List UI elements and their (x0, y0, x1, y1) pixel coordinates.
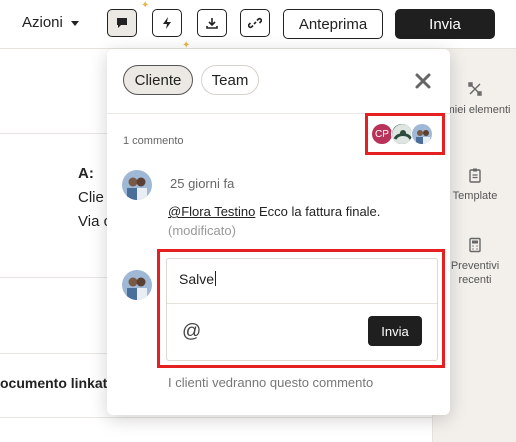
edited-label: (modificato) (168, 223, 236, 238)
text-cursor (215, 271, 217, 286)
sidebar-item-label: Template (452, 190, 498, 202)
tools-icon (468, 82, 482, 96)
close-icon[interactable] (413, 71, 433, 91)
comment-button[interactable] (107, 9, 137, 37)
visibility-note: I clienti vedranno questo commento (168, 375, 374, 390)
avatar (411, 123, 433, 145)
preview-button[interactable]: Anteprima (283, 9, 383, 39)
comment-count: 1 commento (123, 135, 184, 147)
send-comment-button[interactable]: Invia (368, 316, 422, 346)
divider (167, 303, 437, 304)
recipient-line-1: Clie (78, 189, 104, 206)
comments-popover: Cliente Team 1 commento CP 25 giorni fa … (107, 49, 450, 415)
actions-menu[interactable]: Azioni (22, 14, 79, 31)
download-icon (206, 18, 218, 29)
reply-input-value: Salve (179, 271, 215, 287)
lightning-icon (163, 17, 171, 29)
recipient-label: A: (78, 165, 94, 182)
automation-button[interactable] (152, 9, 182, 37)
tab-team[interactable]: Team (201, 65, 259, 95)
reply-highlight: Salve @ Invia (157, 249, 445, 368)
participants-highlight: CP (365, 113, 445, 155)
reply-input[interactable]: Salve (179, 271, 217, 287)
mention-button[interactable]: @ (182, 321, 201, 343)
avatar (122, 170, 152, 200)
link-icon (248, 17, 262, 29)
download-button[interactable] (197, 9, 227, 37)
clipboard-icon (469, 168, 481, 183)
link-button[interactable] (240, 9, 270, 37)
comment-timestamp: 25 giorni fa (170, 176, 235, 191)
send-button[interactable]: Invia (395, 9, 495, 39)
avatar-cp: CP (371, 123, 393, 145)
linked-document-label: ocumento linkato (0, 375, 116, 391)
sparkle-icon: ✦ (141, 0, 150, 11)
divider (0, 417, 432, 418)
actions-menu-label: Azioni (22, 14, 63, 31)
tab-client[interactable]: Cliente (123, 65, 193, 95)
mention-link[interactable]: @Flora Testino (168, 204, 255, 219)
avatar (391, 123, 413, 145)
comment-text: @Flora Testino Ecco la fattura finale. (168, 204, 380, 219)
sidebar-item-label: I miei elementi (439, 104, 511, 116)
calculator-icon (469, 237, 481, 253)
avatar (122, 270, 152, 300)
comment-icon (117, 18, 127, 28)
top-toolbar: Azioni ✦ ✦ Anteprima Invia (0, 0, 516, 51)
reply-composer: Salve @ Invia (166, 258, 438, 361)
comment-body: Ecco la fattura finale. (255, 204, 381, 219)
sidebar-item-label: Preventivi recenti (450, 260, 500, 286)
chevron-down-icon (70, 21, 79, 26)
